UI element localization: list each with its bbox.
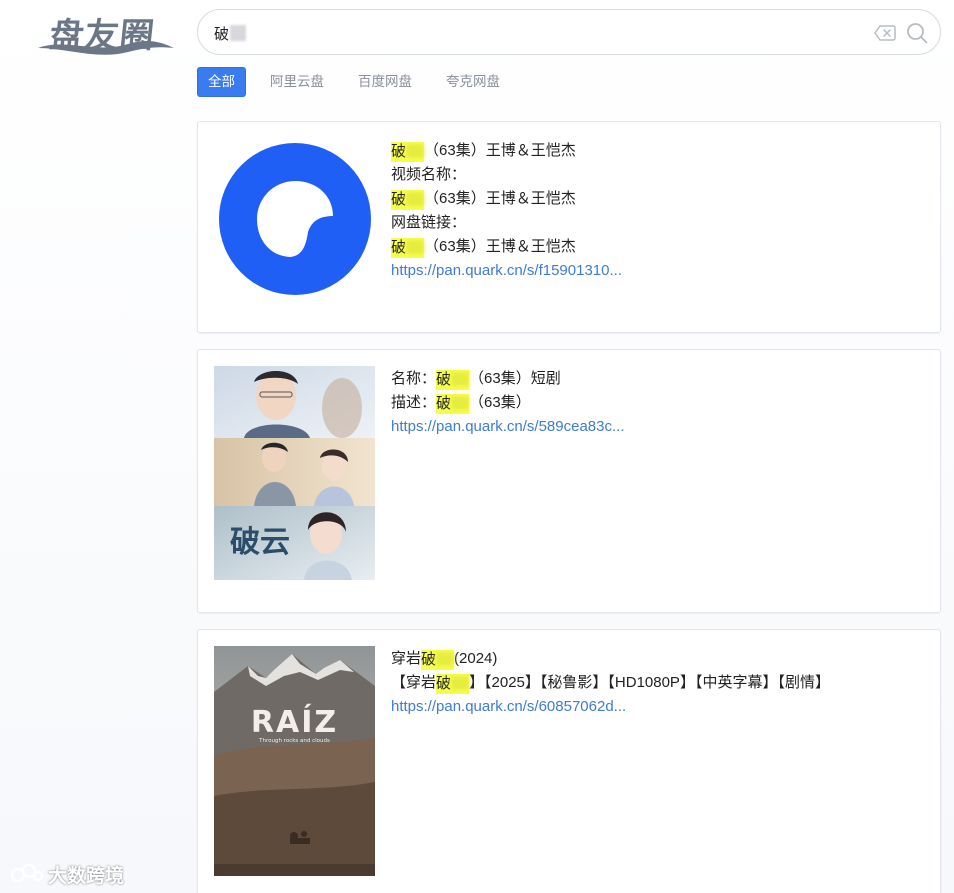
- result-text: 破（63集）王博＆王恺杰 视频名称： 破（63集）王博＆王恺杰 网盘链接： 破（…: [391, 139, 622, 283]
- result-label: 视频名称：: [391, 166, 467, 183]
- keyword-highlight: 破: [436, 370, 470, 390]
- result-tags: 【穿岩破 】【2025】【秘鲁影】【HD1080P】【中英字幕】【剧情】: [391, 674, 830, 694]
- search-icon[interactable]: [905, 21, 929, 45]
- result-title: 名称：破 （63集）短剧: [391, 370, 561, 390]
- poster-title: RAÍZ: [251, 704, 338, 740]
- quark-logo-icon: [218, 142, 372, 296]
- result-link[interactable]: https://pan.quark.cn/s/60857062d...: [391, 695, 830, 719]
- page: 盘友圈 全部 阿里云盘 百度网盘 夸克网盘: [0, 0, 954, 893]
- search-bar: [197, 9, 941, 55]
- search-input[interactable]: [214, 22, 854, 44]
- clear-icon[interactable]: [874, 23, 896, 43]
- drama-poster[interactable]: 破云: [214, 366, 375, 580]
- result-link[interactable]: https://pan.quark.cn/s/589cea83c...: [391, 415, 624, 439]
- logo-wave-icon: [38, 40, 174, 55]
- keyword-highlight: 破: [421, 650, 455, 670]
- keyword-highlight: 破: [391, 190, 425, 210]
- result-title: 穿岩破 (2024): [391, 650, 498, 670]
- site-logo[interactable]: 盘友圈: [36, 6, 176, 58]
- result-label: 网盘链接：: [391, 214, 467, 231]
- result-text: 穿岩破 (2024) 【穿岩破 】【2025】【秘鲁影】【HD1080P】【中英字幕…: [391, 647, 830, 719]
- watermark-logo-icon: [11, 864, 43, 882]
- result-link-name: 破（63集）王博＆王恺杰: [391, 238, 576, 258]
- result-title: 破（63集）王博＆王恺杰: [391, 142, 576, 162]
- category-tabs: 全部 阿里云盘 百度网盘 夸克网盘: [197, 67, 524, 97]
- keyword-highlight: 破: [391, 142, 425, 162]
- tab-aliyun[interactable]: 阿里云盘: [260, 67, 334, 97]
- result-text: 名称：破 （63集）短剧 描述：破 （63集） https://pan.quark.…: [391, 367, 624, 439]
- movie-poster[interactable]: RAÍZ Through rocks and clouds: [214, 646, 375, 876]
- poster-title: 破云: [230, 525, 290, 560]
- keyword-highlight: 破: [436, 394, 470, 414]
- keyword-highlight: 破: [436, 674, 470, 694]
- result-card[interactable]: 破（63集）王博＆王恺杰 视频名称： 破（63集）王博＆王恺杰 网盘链接： 破（…: [197, 121, 941, 333]
- keyword-highlight: 破: [391, 238, 425, 258]
- result-description: 描述：破 （63集）: [391, 394, 531, 414]
- tab-all[interactable]: 全部: [197, 67, 246, 97]
- watermark-text: 大数跨境: [48, 865, 125, 887]
- search-blur-mask: [230, 25, 246, 41]
- watermark: 大数跨境: [10, 860, 124, 888]
- result-card[interactable]: 破云 名称：破 （63集）短剧 描述：破 （63集） https://pan.qua…: [197, 349, 941, 613]
- result-name: 破（63集）王博＆王恺杰: [391, 190, 576, 210]
- result-card[interactable]: RAÍZ Through rocks and clouds 穿岩破 (2024) …: [197, 629, 941, 893]
- poster-subtitle: Through rocks and clouds: [258, 738, 330, 744]
- tab-baidu[interactable]: 百度网盘: [348, 67, 422, 97]
- result-link[interactable]: https://pan.quark.cn/s/f15901310...: [391, 259, 622, 283]
- tab-quark[interactable]: 夸克网盘: [436, 67, 510, 97]
